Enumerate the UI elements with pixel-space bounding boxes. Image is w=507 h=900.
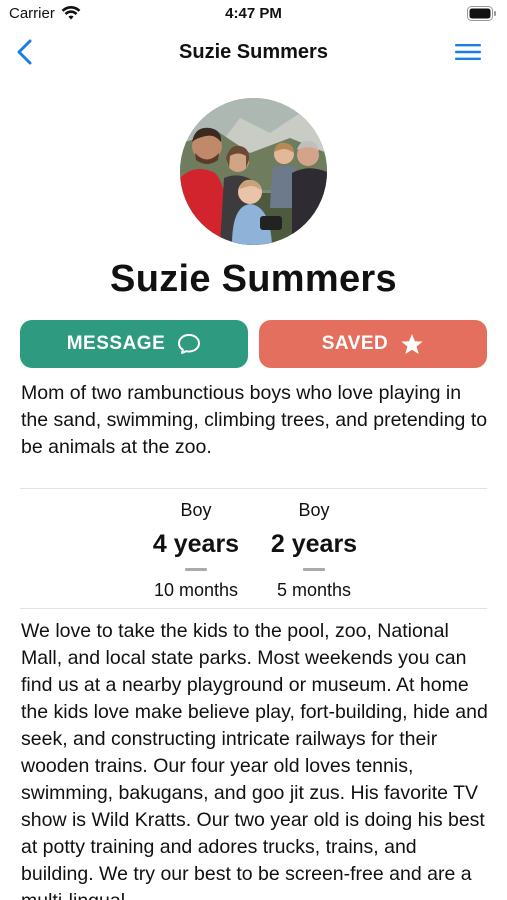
kid-gender: Boy — [298, 500, 330, 520]
divider — [20, 608, 487, 609]
kids-section: Boy 4 years 10 months Boy 2 years 5 mont… — [0, 496, 507, 606]
kid-gender: Boy — [180, 500, 212, 520]
battery-icon — [467, 6, 496, 21]
kid-age-years: 2 years — [270, 530, 358, 558]
kid-age-years: 4 years — [152, 530, 240, 558]
status-bar: Carrier 4:47 PM — [0, 0, 507, 28]
profile-name: Suzie Summers — [110, 258, 397, 300]
kid-card: Boy 4 years 10 months — [141, 496, 251, 604]
profile-photo — [180, 98, 327, 245]
navigation-bar: Suzie Summers — [0, 30, 507, 76]
saved-button[interactable]: SAVED — [259, 320, 487, 368]
kid-card: Boy 2 years 5 months — [259, 496, 369, 604]
star-icon — [401, 333, 423, 354]
hamburger-menu-icon[interactable] — [453, 41, 483, 63]
kid-separator — [185, 568, 207, 571]
message-button-label: MESSAGE — [66, 333, 166, 354]
clock: 4:47 PM — [225, 5, 282, 22]
nav-title: Suzie Summers — [179, 41, 328, 63]
kid-age-months: 10 months — [153, 580, 239, 600]
about-text: We love to take the kids to the pool, zo… — [21, 620, 488, 900]
chat-bubble-icon — [178, 334, 201, 354]
saved-button-label: SAVED — [321, 333, 389, 354]
kid-age-months: 5 months — [276, 580, 352, 600]
message-button[interactable]: MESSAGE — [20, 320, 248, 368]
kid-separator — [303, 568, 325, 571]
bio-text: Mom of two rambunctious boys who love pl… — [21, 382, 488, 458]
divider — [20, 488, 487, 489]
